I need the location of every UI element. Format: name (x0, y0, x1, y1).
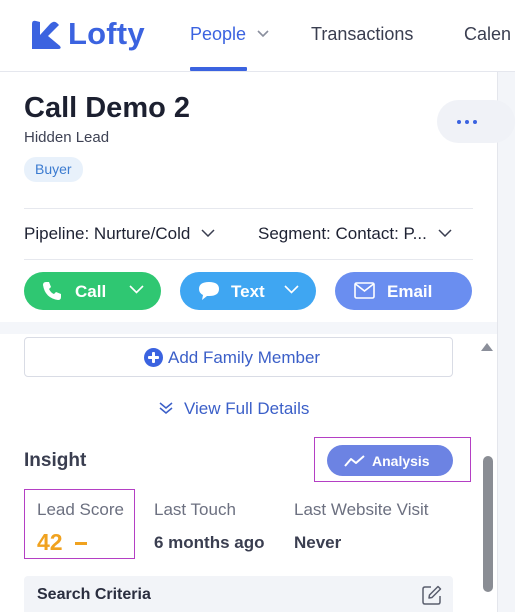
active-tab-indicator (190, 67, 247, 71)
chevron-down-icon[interactable] (129, 285, 144, 294)
lead-status: Hidden Lead (24, 129, 110, 146)
last-website-visit-value: Never (294, 533, 342, 552)
analysis-button[interactable]: Analysis (327, 445, 453, 476)
search-criteria-header: Search Criteria (24, 576, 453, 612)
phone-icon (43, 282, 61, 300)
pipeline-label: Pipeline: Nurture/Cold (24, 224, 191, 243)
chevron-down-icon[interactable] (284, 285, 299, 294)
lead-score-trend-indicator (75, 542, 87, 545)
last-website-visit-label: Last Website Visit (294, 500, 429, 519)
view-full-details-label: View Full Details (184, 399, 310, 418)
lead-score-value[interactable]: 42 (37, 529, 63, 556)
scrollbar-thumb[interactable] (483, 456, 493, 592)
envelope-icon (354, 282, 375, 299)
lead-score-label: Lead Score (37, 500, 124, 519)
add-family-member-label: Add Family Member (168, 348, 321, 367)
search-criteria-title: Search Criteria (37, 586, 151, 603)
top-navigation: Lofty People Transactions Calen (0, 0, 515, 72)
plus-circle-icon (144, 348, 163, 367)
email-button[interactable]: Email (335, 272, 472, 310)
lead-name: Call Demo 2 (24, 92, 190, 124)
more-options-button[interactable] (437, 100, 515, 143)
chevron-down-icon (201, 229, 215, 237)
chat-bubble-icon (199, 282, 219, 300)
chevron-down-icon (438, 229, 452, 237)
scroll-up-arrow-icon[interactable] (481, 343, 493, 351)
insight-heading: Insight (24, 450, 87, 471)
segment-dropdown[interactable]: Segment: Contact: P... (258, 224, 452, 244)
last-touch-value: 6 months ago (154, 533, 265, 552)
analysis-label: Analysis (372, 453, 430, 469)
more-dots-icon (457, 120, 477, 124)
segment-label: Segment: Contact: P... (258, 224, 427, 243)
divider (24, 259, 473, 260)
text-label: Text (231, 282, 265, 301)
pipeline-dropdown[interactable]: Pipeline: Nurture/Cold (24, 224, 215, 244)
lofty-logo[interactable]: Lofty (30, 16, 145, 52)
logo-text: Lofty (68, 16, 145, 51)
call-label: Call (75, 282, 107, 301)
nav-tab-calendar[interactable]: Calen (464, 24, 511, 45)
call-button[interactable]: Call (24, 272, 161, 310)
email-label: Email (387, 282, 433, 301)
lofty-logo-icon (32, 20, 61, 49)
nav-tab-people-label: People (190, 24, 247, 44)
edit-icon[interactable] (422, 585, 442, 605)
nav-tab-people[interactable]: People (190, 24, 269, 45)
add-family-member-button[interactable]: Add Family Member (24, 337, 453, 377)
divider (24, 208, 473, 209)
double-chevron-down-icon (159, 402, 173, 414)
chevron-down-icon (257, 30, 269, 38)
section-separator (0, 322, 497, 334)
trend-line-icon (344, 455, 365, 467)
text-button[interactable]: Text (180, 272, 316, 310)
lead-type-tag[interactable]: Buyer (24, 157, 83, 182)
last-touch-label: Last Touch (154, 500, 236, 519)
scrollbar-track[interactable] (497, 72, 515, 612)
nav-tab-transactions[interactable]: Transactions (311, 24, 413, 45)
